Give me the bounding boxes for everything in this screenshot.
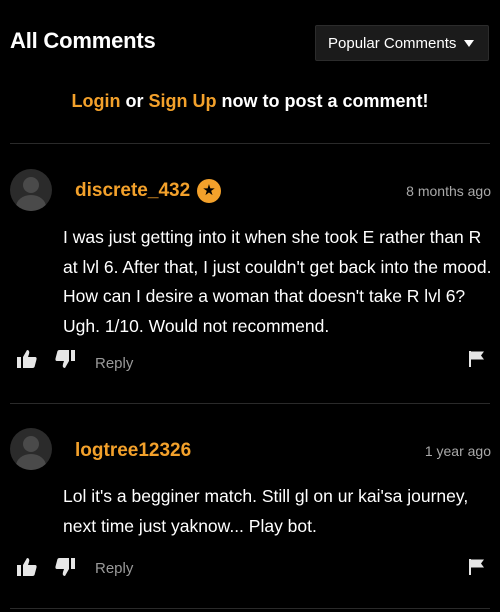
flag-icon[interactable] — [468, 350, 486, 373]
star-icon: ★ — [197, 179, 221, 203]
avatar-head-shape — [23, 436, 39, 452]
avatar-head-shape — [23, 177, 39, 193]
reply-button[interactable]: Reply — [95, 560, 133, 577]
login-prompt-or: or — [120, 91, 149, 111]
thumbs-down-icon[interactable] — [54, 557, 76, 582]
comments-page: All Comments Popular Comments Login or S… — [0, 0, 500, 612]
comment-username[interactable]: logtree12326 — [75, 440, 191, 462]
sort-dropdown[interactable]: Popular Comments — [315, 25, 489, 61]
avatar-body-shape — [16, 454, 46, 470]
signup-link[interactable]: Sign Up — [148, 91, 216, 111]
avatar[interactable] — [10, 169, 52, 211]
avatar[interactable] — [10, 428, 52, 470]
comment-text: Lol it's a begginer match. Still gl on u… — [63, 486, 469, 536]
thumbs-up-icon[interactable] — [16, 349, 38, 374]
comment-item: logtree12326 1 year ago Lol it's a beggi… — [0, 404, 500, 610]
comment-text: I was just getting into it when she took… — [63, 227, 492, 336]
comment-username[interactable]: discrete_432 — [75, 180, 190, 202]
flag-icon[interactable] — [468, 558, 486, 581]
comment-timestamp: 8 months ago — [406, 183, 491, 199]
login-prompt: Login or Sign Up now to post a comment! — [0, 91, 500, 112]
divider — [10, 608, 490, 609]
sort-dropdown-label: Popular Comments — [328, 35, 457, 52]
caret-down-icon — [464, 40, 474, 47]
thumbs-down-icon[interactable] — [54, 349, 76, 374]
comments-header: All Comments Popular Comments — [0, 0, 500, 80]
avatar-body-shape — [16, 195, 46, 211]
login-link[interactable]: Login — [71, 91, 120, 111]
comment-timestamp: 1 year ago — [424, 443, 491, 459]
reply-button[interactable]: Reply — [95, 355, 133, 372]
comments-title: All Comments — [10, 28, 156, 53]
thumbs-up-icon[interactable] — [16, 557, 38, 582]
comment-item: discrete_432 ★ 8 months ago I was just g… — [0, 144, 500, 402]
login-prompt-suffix: now to post a comment! — [216, 91, 429, 111]
